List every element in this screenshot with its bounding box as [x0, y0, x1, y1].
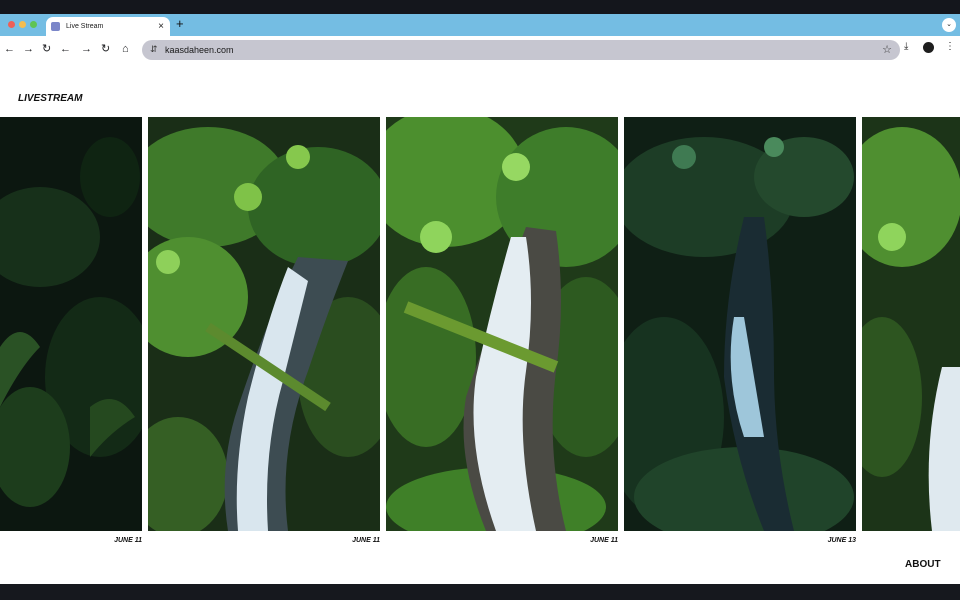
tab-strip: Live Stream × + ⌄	[0, 14, 960, 36]
back-icon[interactable]: ←	[4, 42, 15, 56]
logo-suffix: STREAM	[40, 93, 83, 104]
reload-icon[interactable]: ↻	[101, 42, 110, 56]
close-window-button[interactable]	[8, 21, 15, 28]
url-text: kaasdaheen.com	[165, 45, 234, 55]
reload-icon[interactable]: ↻	[42, 42, 51, 56]
date-caption: JUNE 11	[590, 537, 618, 544]
tab-search-icon[interactable]: ⌄	[942, 18, 956, 32]
minimize-window-button[interactable]	[19, 21, 26, 28]
menu-icon[interactable]: ⋮	[945, 41, 955, 52]
page-content: LIVESTREAM JUNE 11 JUNE 11 JUNE 11 JUNE …	[0, 62, 960, 584]
logo-prefix: LIVE	[18, 93, 41, 104]
photo-panel[interactable]	[862, 117, 960, 531]
browser-toolbar: ← → ↻ ← → ↻ ⌂ ⇵ kaasdaheen.com ☆ ⤓ ⋮	[0, 36, 960, 62]
site-settings-icon[interactable]: ⇵	[150, 44, 158, 55]
tab-live-stream[interactable]: Live Stream ×	[46, 17, 170, 36]
waterfall-photo	[862, 117, 960, 531]
forward-icon[interactable]: →	[81, 42, 92, 56]
address-bar[interactable]: ⇵ kaasdaheen.com ☆	[142, 40, 900, 60]
photo-panel[interactable]	[148, 117, 380, 531]
close-tab-icon[interactable]: ×	[158, 21, 164, 32]
site-logo[interactable]: LIVESTREAM	[18, 93, 82, 104]
home-icon[interactable]: ⌂	[122, 42, 129, 56]
photo-panel[interactable]	[0, 117, 142, 531]
photo-strip	[0, 117, 960, 531]
new-tab-icon[interactable]: +	[176, 16, 184, 32]
tab-title: Live Stream	[66, 23, 104, 30]
photo-panel[interactable]	[624, 117, 856, 531]
date-caption: JUNE 11	[114, 537, 142, 544]
waterfall-photo	[386, 117, 618, 531]
bookmark-star-icon[interactable]: ☆	[882, 43, 892, 56]
about-link[interactable]: ABOUT	[905, 559, 941, 570]
waterfall-photo	[148, 117, 380, 531]
zoom-window-button[interactable]	[30, 21, 37, 28]
waterfall-photo	[624, 117, 856, 531]
bottom-bar	[0, 584, 960, 600]
favicon-icon	[51, 22, 60, 31]
photo-panel[interactable]	[386, 117, 618, 531]
profile-avatar[interactable]	[923, 42, 934, 53]
download-icon[interactable]: ⤓	[904, 41, 908, 52]
date-caption: JUNE 13	[827, 537, 856, 544]
date-caption: JUNE 11	[352, 537, 380, 544]
forest-photo	[0, 117, 142, 531]
back-icon[interactable]: ←	[60, 42, 71, 56]
forward-icon[interactable]: →	[23, 42, 34, 56]
